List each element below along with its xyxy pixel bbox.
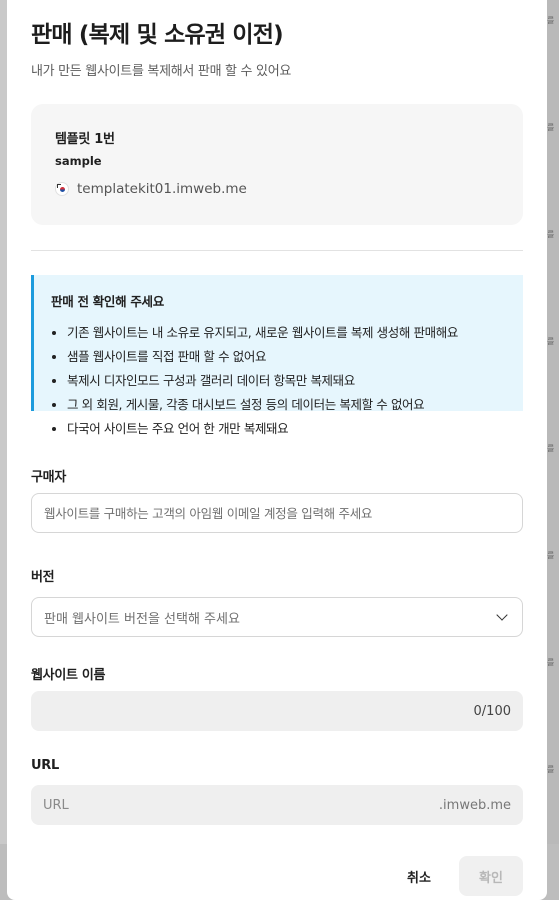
sell-dialog: 판매 (복제 및 소유권 이전) 내가 만든 웹사이트를 복제해서 판매 할 수… xyxy=(7,0,547,900)
backdrop-strip: 를 를 를 를 를 를 를 를 xyxy=(546,0,559,900)
version-select[interactable]: 판매 웹사이트 버전을 선택해 주세요 xyxy=(31,597,523,637)
background-text: 를 xyxy=(547,123,555,132)
background-text: 를 xyxy=(547,444,555,453)
site-card: 템플릿 1번 sample templatekit01.imweb.me xyxy=(31,104,523,225)
background-text: 를 xyxy=(547,765,555,774)
website-name-counter: 0/100 xyxy=(473,703,511,719)
cancel-button[interactable]: 취소 xyxy=(392,856,446,896)
background-text: 를 xyxy=(547,658,555,667)
version-placeholder: 판매 웹사이트 버전을 선택해 주세요 xyxy=(44,611,240,627)
url-placeholder: URL xyxy=(43,797,69,813)
url-suffix: .imweb.me xyxy=(438,797,511,813)
korea-flag-icon xyxy=(55,182,69,196)
site-name: 템플릿 1번 xyxy=(55,132,115,147)
url-input[interactable]: URL .imweb.me xyxy=(31,785,523,825)
version-label: 버전 xyxy=(31,570,55,585)
notice-item: 샘플 웹사이트를 직접 판매 할 수 없어요 xyxy=(67,345,507,369)
notice-item: 기존 웹사이트는 내 소유로 유지되고, 새로운 웹사이트를 복제 생성해 판매… xyxy=(67,321,507,345)
background-text: 를 xyxy=(547,337,555,346)
website-name-input[interactable]: 0/100 xyxy=(31,691,523,731)
buyer-label: 구매자 xyxy=(31,470,66,485)
notice-item: 다국어 사이트는 주요 언어 한 개만 복제돼요 xyxy=(67,417,507,441)
notice-box: 판매 전 확인해 주세요 기존 웹사이트는 내 소유로 유지되고, 새로운 웹사… xyxy=(31,275,523,436)
notice-item: 그 외 회원, 게시물, 각종 대시보드 설정 등의 데이터는 복제할 수 없어… xyxy=(67,393,507,417)
background-text: 를 xyxy=(547,16,555,25)
dialog-subtitle: 내가 만든 웹사이트를 복제해서 판매 할 수 있어요 xyxy=(31,64,292,79)
chevron-down-icon xyxy=(496,609,508,621)
divider xyxy=(31,250,523,251)
buyer-email-input[interactable] xyxy=(31,493,523,533)
background-text: 를 xyxy=(547,230,555,239)
website-name-label: 웹사이트 이름 xyxy=(31,668,106,683)
site-sub-name: sample xyxy=(55,154,102,168)
background-text: 를 xyxy=(547,551,555,560)
dialog-title: 판매 (복제 및 소유권 이전) xyxy=(31,22,284,48)
notice-list: 기존 웹사이트는 내 소유로 유지되고, 새로운 웹사이트를 복제 생성해 판매… xyxy=(51,321,507,441)
url-label: URL xyxy=(31,758,59,773)
notice-title: 판매 전 확인해 주세요 xyxy=(51,294,164,309)
notice-item: 복제시 디자인모드 구성과 갤러리 데이터 항목만 복제돼요 xyxy=(67,369,507,393)
site-url: templatekit01.imweb.me xyxy=(77,181,247,197)
confirm-button[interactable]: 확인 xyxy=(459,856,523,896)
site-url-row: templatekit01.imweb.me xyxy=(55,181,247,197)
